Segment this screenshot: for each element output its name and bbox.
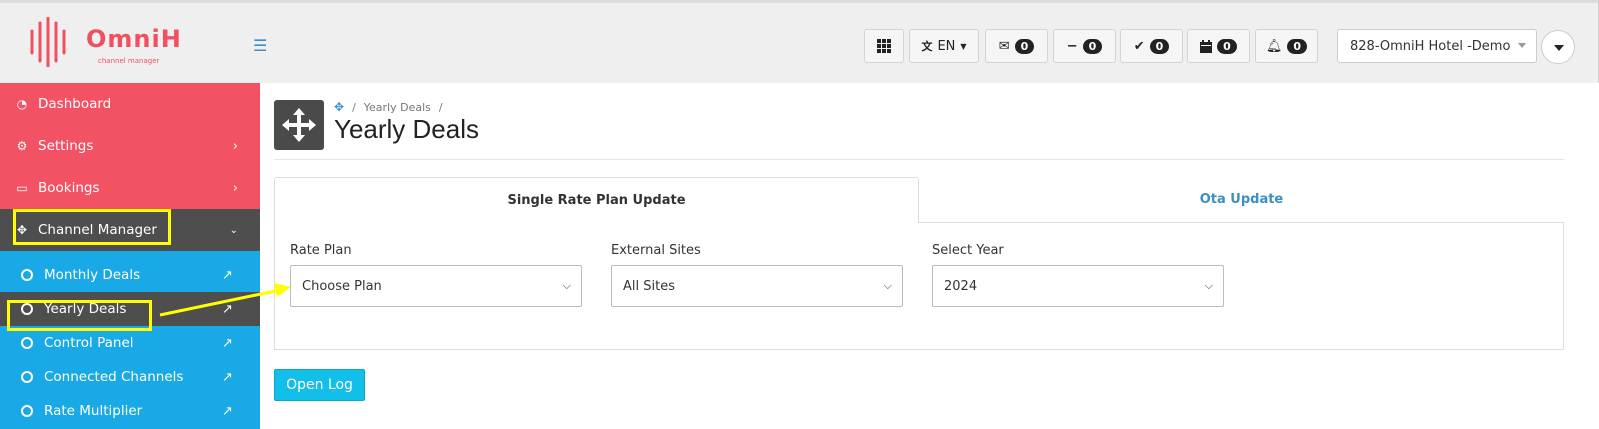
external-link-icon[interactable]: ↗ (222, 336, 233, 351)
caret-down-icon (1518, 43, 1526, 48)
logo-mark-icon (30, 15, 66, 69)
select-year-label: Select Year (932, 243, 1004, 258)
bell-icon: 🔔︎ (1265, 38, 1283, 54)
circle-icon (21, 303, 33, 315)
external-sites-label: External Sites (611, 243, 701, 258)
breadcrumb-current: Yearly Deals (363, 100, 431, 114)
confirmed-count: 0 (1149, 38, 1170, 54)
language-button[interactable]: 文 EN ▼ (909, 29, 979, 63)
sidebar-subitem-label: Control Panel (44, 335, 134, 351)
notifications-button[interactable]: 🔔︎ 0 (1255, 29, 1318, 63)
sidebar-item-label: Dashboard (38, 96, 112, 112)
sidebar-subitem-yearly-deals[interactable]: Yearly Deals ↗ (0, 292, 260, 326)
tab-single-rate-plan-update[interactable]: Single Rate Plan Update (274, 177, 919, 223)
pending-button[interactable]: − 0 (1053, 29, 1116, 63)
chevron-right-icon: › (232, 180, 238, 196)
translate-icon: 文 (921, 40, 933, 53)
notifications-count: 0 (1287, 38, 1308, 54)
tab-ota-update[interactable]: Ota Update (919, 177, 1564, 223)
divider (274, 159, 1564, 160)
circle-icon (21, 269, 33, 281)
chevron-down-icon: ⌵ (883, 279, 892, 292)
external-sites-value: All Sites (623, 278, 675, 294)
external-sites-field: External Sites All Sites ⌵ (611, 243, 903, 307)
sidebar-subitem-rate-multiplier[interactable]: Rate Multiplier ↗ (0, 394, 260, 428)
sidebar-item-channel-manager[interactable]: ✥ Channel Manager ⌄ (0, 209, 260, 251)
language-label: EN (937, 38, 956, 54)
external-link-icon[interactable]: ↗ (222, 302, 233, 317)
minus-icon: − (1066, 38, 1078, 54)
tabs-panel: Single Rate Plan Update Ota Update Rate … (274, 177, 1564, 350)
sidebar-item-settings[interactable]: ⚙ Settings › (0, 125, 260, 167)
sidebar-item-label: Bookings (38, 180, 100, 196)
sidebar-item-bookings[interactable]: ▭ Bookings › (0, 167, 260, 209)
page-title: Yearly Deals (334, 114, 480, 144)
breadcrumb: ✥ / Yearly Deals / (334, 100, 443, 114)
caret-down-icon: ▼ (960, 41, 967, 51)
external-link-icon[interactable]: ↗ (222, 404, 233, 419)
top-bar: OmniH channel manager ☰ 文 EN ▼ ✉ 0 − 0 ✔… (0, 0, 1599, 83)
chevron-down-icon: ⌄ (229, 224, 238, 236)
check-icon: ✔ (1133, 38, 1145, 54)
sidebar-subitem-label: Yearly Deals (44, 301, 127, 317)
rate-plan-value: Choose Plan (302, 278, 382, 294)
chevron-down-icon: ⌵ (562, 279, 571, 292)
circle-icon (21, 371, 33, 383)
grid-icon (877, 39, 891, 53)
messages-button[interactable]: ✉ 0 (985, 29, 1048, 63)
sidebar-subitem-control-panel[interactable]: Control Panel ↗ (0, 326, 260, 360)
sidebar-item-label: Channel Manager (38, 222, 157, 238)
circle-icon (21, 337, 33, 349)
open-log-button[interactable]: Open Log (274, 369, 365, 401)
sidebar-subitem-label: Monthly Deals (44, 267, 141, 283)
pending-count: 0 (1082, 38, 1103, 54)
calendar-button[interactable]: 0 (1187, 29, 1250, 63)
chevron-down-icon: ⌵ (1204, 279, 1213, 292)
hotel-select-value: 828-OmniH Hotel -Demo (1350, 38, 1511, 54)
sidebar-subitem-monthly-deals[interactable]: Monthly Deals ↗ (0, 258, 260, 292)
ticket-icon: ▭ (16, 181, 28, 195)
apps-grid-button[interactable] (864, 29, 904, 63)
confirmed-button[interactable]: ✔ 0 (1120, 29, 1183, 63)
brand-tagline: channel manager (98, 57, 160, 65)
calendar-count: 0 (1217, 38, 1237, 54)
select-year-select[interactable]: 2024 ⌵ (932, 265, 1224, 307)
rate-plan-select[interactable]: Choose Plan ⌵ (290, 265, 582, 307)
sidebar: ◔ Dashboard ⚙ Settings › ▭ Bookings › ✥ … (0, 83, 260, 429)
arrows-move-icon: ✥ (16, 223, 28, 237)
user-menu-button[interactable] (1541, 30, 1575, 64)
hotel-select[interactable]: 828-OmniH Hotel -Demo (1337, 29, 1537, 63)
arrows-move-icon (274, 100, 324, 150)
menu-toggle-icon[interactable]: ☰ (253, 36, 267, 55)
tachometer-icon: ◔ (16, 97, 28, 111)
arrows-move-icon[interactable]: ✥ (334, 100, 344, 114)
rate-plan-field: Rate Plan Choose Plan ⌵ (290, 243, 582, 307)
rate-plan-label: Rate Plan (290, 243, 352, 258)
circle-icon (21, 405, 33, 417)
chevron-right-icon: › (232, 138, 238, 154)
calendar-icon (1200, 39, 1213, 53)
sidebar-subitem-label: Rate Multiplier (44, 403, 143, 419)
sidebar-subitem-connected-channels[interactable]: Connected Channels ↗ (0, 360, 260, 394)
brand-name: OmniH (86, 25, 182, 53)
gear-icon: ⚙ (16, 139, 28, 153)
external-link-icon[interactable]: ↗ (222, 370, 233, 385)
external-link-icon[interactable]: ↗ (222, 268, 233, 283)
sidebar-item-label: Settings (38, 138, 94, 154)
select-year-field: Select Year 2024 ⌵ (932, 243, 1224, 307)
envelope-open-icon: ✉ (998, 38, 1010, 54)
messages-count: 0 (1014, 38, 1035, 54)
sidebar-item-dashboard[interactable]: ◔ Dashboard (0, 83, 260, 125)
select-year-value: 2024 (944, 278, 978, 294)
sidebar-subitem-label: Connected Channels (44, 369, 184, 385)
tab-panel-body: Rate Plan Choose Plan ⌵ External Sites A… (274, 222, 1564, 350)
omnih-logo[interactable]: OmniH channel manager (28, 15, 181, 69)
external-sites-select[interactable]: All Sites ⌵ (611, 265, 903, 307)
